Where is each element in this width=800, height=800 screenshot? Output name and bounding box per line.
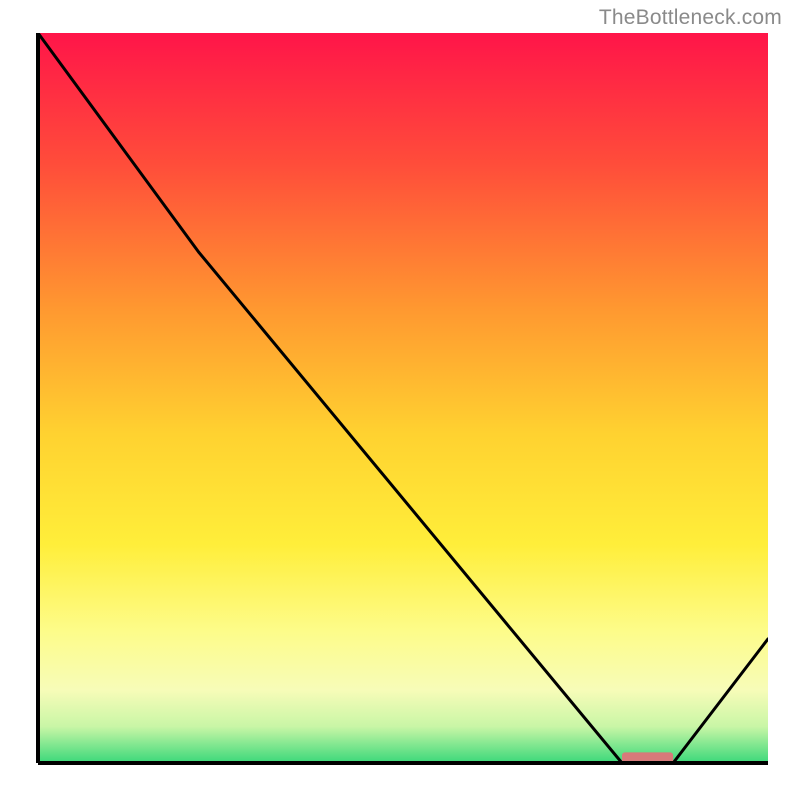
chart-background (38, 33, 768, 763)
bottleneck-chart (0, 0, 800, 800)
